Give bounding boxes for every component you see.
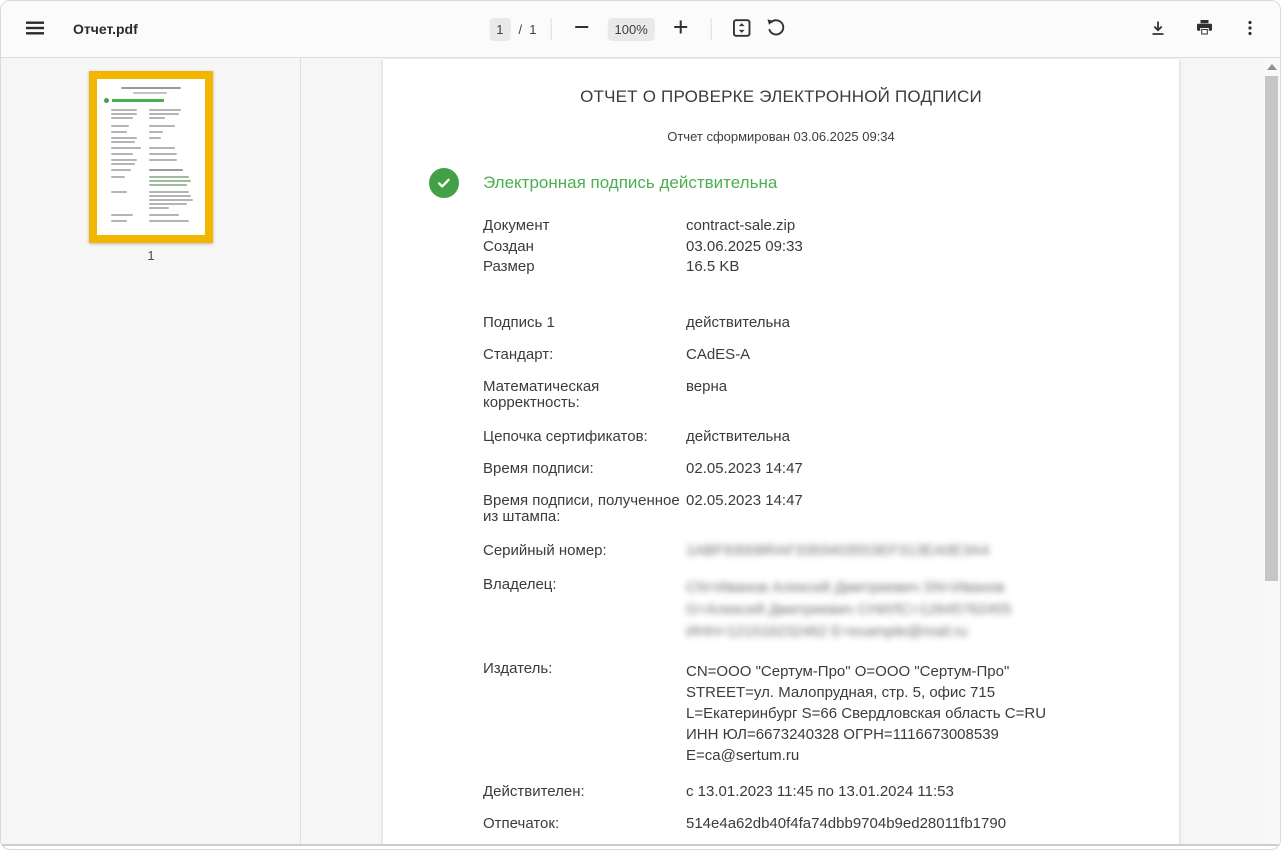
kebab-menu-icon <box>1241 19 1259 40</box>
detail-row: Издатель: CN=ООО "Сертум-Про" O=ООО "Сер… <box>483 661 1079 766</box>
detail-row: Время подписи, полученное из штампа: 02.… <box>483 493 1079 525</box>
field-label: Время подписи: <box>483 461 686 477</box>
field-value: действительна <box>686 315 1079 331</box>
field-label: Отпечаток: <box>483 816 686 832</box>
detail-row: Подпись 1 действительна <box>483 315 1079 331</box>
field-value: contract-sale.zip <box>686 216 795 237</box>
page-number-input[interactable]: 1 <box>489 18 510 41</box>
field-value: 02.05.2023 14:47 <box>686 493 1079 525</box>
document-title: Отчет.pdf <box>73 21 138 37</box>
detail-row: Время подписи: 02.05.2023 14:47 <box>483 461 1079 477</box>
toolbar: Отчет.pdf 1 / 1 100% <box>1 1 1280 58</box>
signature-status-text: Электронная подпись действительна <box>483 173 777 193</box>
mini-check-icon <box>104 98 109 103</box>
field-value-redacted: CN=Иванов Алексей Дмитриевич SN=Иванов G… <box>686 577 1079 643</box>
field-label: Владелец: <box>483 577 686 643</box>
detail-row: Стандарт: CAdES-A <box>483 347 1079 363</box>
print-button[interactable] <box>1188 13 1220 45</box>
rotate-button[interactable] <box>760 13 792 45</box>
signature-status-row: Электронная подпись действительна <box>429 168 1179 198</box>
file-info-block: Документ contract-sale.zip Создан 03.06.… <box>483 216 1179 278</box>
page-thumbnail[interactable]: 1 <box>89 71 213 263</box>
field-label: Стандарт: <box>483 347 686 363</box>
field-label: Серийный номер: <box>483 543 686 559</box>
detail-row: Владелец: CN=Иванов Алексей Дмитриевич S… <box>483 577 1079 643</box>
mini-status-line <box>112 99 164 102</box>
download-icon <box>1149 19 1167 40</box>
thumbnail-sidebar: 1 <box>1 58 301 846</box>
detail-row: Математическая корректность: верна <box>483 379 1079 411</box>
plus-icon <box>673 18 689 41</box>
field-label: Размер <box>483 257 686 278</box>
field-value: 514e4a62db40f4fa74dbb9704b9ed28011fb1790 <box>686 816 1079 832</box>
vertical-scrollbar[interactable] <box>1263 58 1280 846</box>
field-value: действительна <box>686 429 1079 445</box>
file-info-row: Документ contract-sale.zip <box>483 216 1179 237</box>
toolbar-divider <box>551 18 552 40</box>
pdf-page: ОТЧЕТ О ПРОВЕРКЕ ЭЛЕКТРОННОЙ ПОДПИСИ Отч… <box>383 59 1179 846</box>
detail-row: Отпечаток: 514e4a62db40f4fa74dbb9704b9ed… <box>483 816 1079 832</box>
zoom-out-button[interactable] <box>566 13 598 45</box>
fit-page-icon <box>732 18 752 41</box>
viewer-content: 1 ОТЧЕТ О ПРОВЕРКЕ ЭЛЕКТРОННОЙ ПОДПИСИ О… <box>1 58 1280 846</box>
field-value: 03.06.2025 09:33 <box>686 237 803 258</box>
field-value: с 13.01.2023 11:45 по 13.01.2024 11:53 <box>686 784 1079 800</box>
print-icon <box>1195 18 1214 40</box>
field-label: Цепочка сертификатов: <box>483 429 686 445</box>
menu-button[interactable] <box>19 13 51 45</box>
window-bottom-edge <box>1 844 1280 846</box>
signature-details: Подпись 1 действительна Стандарт: CAdES-… <box>483 315 1079 832</box>
minus-icon <box>574 18 590 41</box>
file-info-row: Создан 03.06.2025 09:33 <box>483 237 1179 258</box>
pdf-viewer-window: Отчет.pdf 1 / 1 100% <box>0 0 1281 850</box>
page-separator: / <box>518 22 522 37</box>
field-label: Подпись 1 <box>483 315 686 331</box>
field-value: верна <box>686 379 1079 411</box>
scrollbar-thumb[interactable] <box>1265 76 1278 581</box>
thumbnail-page-number: 1 <box>89 248 213 263</box>
field-label: Издатель: <box>483 661 686 766</box>
detail-row: Цепочка сертификатов: действительна <box>483 429 1079 445</box>
field-value: 02.05.2023 14:47 <box>686 461 1079 477</box>
field-label: Математическая корректность: <box>483 379 686 411</box>
report-generated-date: Отчет сформирован 03.06.2025 09:34 <box>383 129 1179 144</box>
zoom-level[interactable]: 100% <box>608 18 655 41</box>
scroll-up-arrow-icon <box>1267 64 1277 70</box>
report-title: ОТЧЕТ О ПРОВЕРКЕ ЭЛЕКТРОННОЙ ПОДПИСИ <box>383 59 1179 107</box>
check-icon <box>429 168 459 198</box>
field-label: Документ <box>483 216 686 237</box>
page-total: 1 <box>529 22 536 37</box>
hamburger-icon <box>25 18 45 41</box>
field-label: Время подписи, полученное из штампа: <box>483 493 686 525</box>
zoom-in-button[interactable] <box>665 13 697 45</box>
scroll-up-button[interactable] <box>1263 58 1280 74</box>
detail-row: Действителен: с 13.01.2023 11:45 по 13.0… <box>483 784 1079 800</box>
fit-to-page-button[interactable] <box>726 13 758 45</box>
field-label: Действителен: <box>483 784 686 800</box>
toolbar-divider <box>711 18 712 40</box>
field-label: Создан <box>483 237 686 258</box>
field-value: 16.5 KB <box>686 257 739 278</box>
file-info-row: Размер 16.5 KB <box>483 257 1179 278</box>
field-value: CN=ООО "Сертум-Про" O=ООО "Сертум-Про" S… <box>686 661 1079 766</box>
page-view-area: ОТЧЕТ О ПРОВЕРКЕ ЭЛЕКТРОННОЙ ПОДПИСИ Отч… <box>301 58 1280 846</box>
thumbnail-selected-frame <box>89 71 213 243</box>
download-button[interactable] <box>1142 13 1174 45</box>
field-value: CAdES-A <box>686 347 1079 363</box>
more-options-button[interactable] <box>1234 13 1266 45</box>
rotate-ccw-icon <box>766 18 786 41</box>
detail-row: Серийный номер: 1ABF93008RAF339340355ЗEF… <box>483 543 1079 559</box>
field-value-redacted: 1ABF93008RAF339340355ЗEF313EA0EЗA4 <box>686 543 1079 559</box>
